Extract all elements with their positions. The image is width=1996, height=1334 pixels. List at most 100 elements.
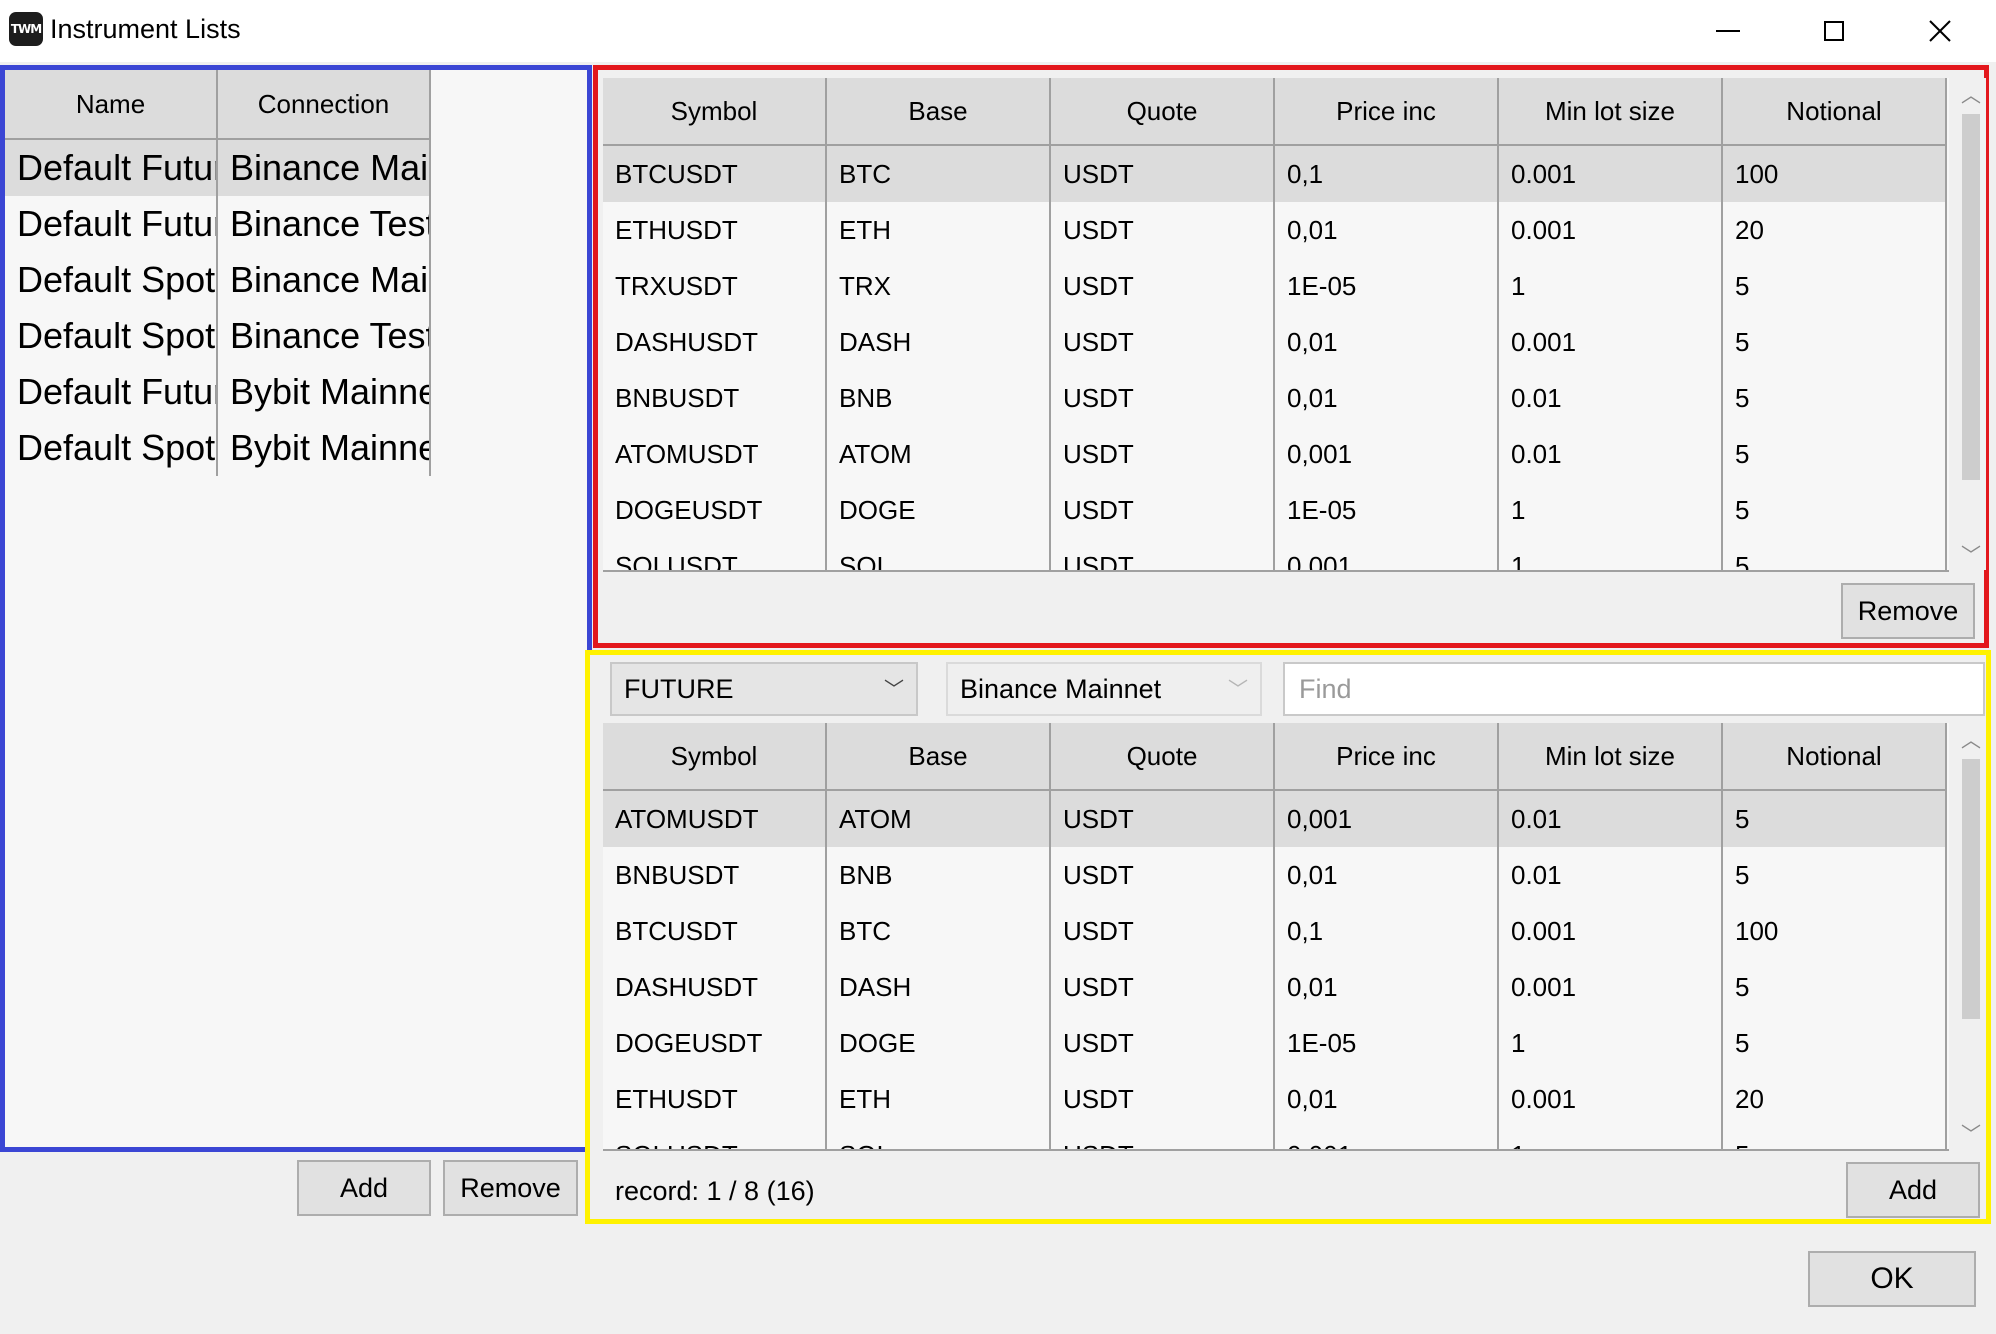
maximize-button[interactable]	[1781, 0, 1887, 62]
table-row[interactable]: SOLUSDTSOLUSDT0,00115	[603, 538, 1947, 570]
list-connection-cell: Bybit Mainnet	[218, 420, 431, 476]
scroll-down-icon[interactable]: ﹀	[1956, 538, 1986, 568]
scroll-up-icon[interactable]: ︿	[1956, 723, 1986, 753]
list-row[interactable]: Default FutureBinance Testnet	[5, 196, 431, 252]
base-cell: ETH	[827, 202, 1051, 258]
quote-cell: USDT	[1051, 258, 1275, 314]
column-header-quote[interactable]: Quote	[1051, 78, 1275, 146]
close-icon	[1929, 20, 1951, 42]
table-row[interactable]: ATOMUSDT ATOM USDT 0,001 0.01 5	[603, 426, 1947, 482]
scroll-up-icon[interactable]: ︿	[1956, 78, 1986, 108]
table-row[interactable]: ETHUSDT ETH USDT 0,01 0.001 20	[603, 202, 1947, 258]
base-cell: DOGE	[827, 1015, 1051, 1071]
base-cell: ATOM	[827, 426, 1051, 482]
notional-cell: 20	[1723, 202, 1947, 258]
quote-cell: USDT	[1051, 903, 1275, 959]
symbol-cell: BTCUSDT	[603, 903, 827, 959]
price-inc-cell: 0,001	[1275, 1127, 1499, 1149]
list-instruments-scrollbar[interactable]: ︿ ﹀	[1956, 78, 1986, 570]
available-instruments-rows: ATOMUSDT ATOM USDT 0,001 0.01 5 BNBUSDT BNB USDT…	[603, 791, 1947, 1149]
window-title: Instrument Lists	[50, 14, 241, 44]
minimize-button[interactable]	[1675, 0, 1781, 62]
scroll-down-icon[interactable]: ﹀	[1956, 1117, 1986, 1147]
column-header-name[interactable]: Name	[5, 70, 218, 140]
scrollbar-thumb[interactable]	[1962, 114, 1980, 480]
connection-value: Binance Mainnet	[960, 673, 1162, 704]
min-lot-size-cell: 1	[1499, 1127, 1723, 1149]
list-name-cell: Default Future	[5, 364, 218, 420]
base-cell: ETH	[827, 1071, 1051, 1127]
table-row[interactable]: DOGEUSDT DOGE USDT 1E-05 1 5	[603, 1015, 1947, 1071]
available-instruments-scrollbar[interactable]: ︿ ﹀	[1956, 723, 1986, 1149]
symbol-cell: ATOMUSDT	[603, 791, 827, 847]
list-row[interactable]: Default Spot Bybit Mainnet	[5, 420, 431, 476]
close-button[interactable]	[1887, 0, 1993, 62]
quote-cell: USDT	[1051, 314, 1275, 370]
base-cell: BTC	[827, 146, 1051, 202]
base-cell: ATOM	[827, 791, 1051, 847]
column-header-quote[interactable]: Quote	[1051, 723, 1275, 791]
table-row[interactable]: DASHUSDT DASH USDT 0,01 0.001 5	[603, 959, 1947, 1015]
min-lot-size-cell: 0.001	[1499, 1071, 1723, 1127]
list-connection-cell: Binance Mainnet	[218, 140, 431, 196]
base-cell: SOL	[827, 538, 1051, 570]
list-connection-cell: Binance Mainnet	[218, 252, 431, 308]
price-inc-cell: 0,01	[1275, 370, 1499, 426]
price-inc-cell: 0,1	[1275, 146, 1499, 202]
instrument-lists-table: Name Connection Default FutureBinance Ma…	[0, 65, 592, 1152]
table-row[interactable]: SOLUSDTSOLUSDT0,00115	[603, 1127, 1947, 1149]
table-row[interactable]: BNBUSDT BNB USDT 0,01 0.01 5	[603, 370, 1947, 426]
column-header-symbol[interactable]: Symbol	[603, 723, 827, 791]
list-instruments-table: Symbol Base Quote Price inc Min lot size Noti…	[603, 78, 1949, 572]
notional-cell: 5	[1723, 314, 1947, 370]
notional-cell: 5	[1723, 847, 1947, 903]
column-header-base[interactable]: Base	[827, 78, 1051, 146]
column-header-min-lot-size[interactable]: Min lot size	[1499, 723, 1723, 791]
base-cell: DOGE	[827, 482, 1051, 538]
symbol-cell: SOLUSDT	[603, 1127, 827, 1149]
symbol-cell: DASHUSDT	[603, 959, 827, 1015]
quote-cell: USDT	[1051, 1071, 1275, 1127]
list-row[interactable]: Default SpotBinance Mainnet	[5, 252, 431, 308]
scrollbar-thumb[interactable]	[1962, 759, 1980, 1019]
find-input[interactable]	[1283, 662, 1985, 716]
quote-cell: USDT	[1051, 847, 1275, 903]
table-row[interactable]: DASHUSDT DASH USDT 0,01 0.001 5	[603, 314, 1947, 370]
connection-dropdown[interactable]: Binance Mainnet ﹀	[946, 662, 1262, 716]
app-logo-icon: TWM	[9, 12, 43, 46]
chevron-down-icon: ﹀	[1228, 679, 1248, 702]
ok-button[interactable]: OK	[1808, 1251, 1976, 1307]
remove-list-button[interactable]: Remove	[443, 1160, 578, 1216]
column-header-connection[interactable]: Connection	[218, 70, 431, 140]
add-list-button[interactable]: Add	[297, 1160, 431, 1216]
min-lot-size-cell: 0.001	[1499, 146, 1723, 202]
table-row[interactable]: BTCUSDT BTC USDT 0,1 0.001 100	[603, 903, 1947, 959]
symbol-cell: BTCUSDT	[603, 146, 827, 202]
list-row[interactable]: Default FutureBybit Mainnet	[5, 364, 431, 420]
column-header-notional[interactable]: Notional	[1723, 723, 1947, 791]
column-header-base[interactable]: Base	[827, 723, 1051, 791]
base-cell: DASH	[827, 314, 1051, 370]
column-header-min-lot-size[interactable]: Min lot size	[1499, 78, 1723, 146]
list-name-cell: Default Spot	[5, 308, 218, 364]
list-row[interactable]: Default SpotBinance Testnet	[5, 308, 431, 364]
column-header-symbol[interactable]: Symbol	[603, 78, 827, 146]
instrument-type-dropdown[interactable]: FUTURE ﹀	[610, 662, 918, 716]
table-row[interactable]: DOGEUSDT DOGE USDT 1E-05 1 5	[603, 482, 1947, 538]
add-instrument-button[interactable]: Add	[1846, 1162, 1980, 1218]
table-row[interactable]: ETHUSDT ETH USDT 0,01 0.001 20	[603, 1071, 1947, 1127]
table-row[interactable]: ATOMUSDT ATOM USDT 0,001 0.01 5	[603, 791, 1947, 847]
table-row[interactable]: BTCUSDT BTC USDT 0,1 0.001 100	[603, 146, 1947, 202]
column-header-price-inc[interactable]: Price inc	[1275, 78, 1499, 146]
column-header-price-inc[interactable]: Price inc	[1275, 723, 1499, 791]
table-row[interactable]: TRXUSDT TRX USDT 1E-05 1 5	[603, 258, 1947, 314]
list-row[interactable]: Default FutureBinance Mainnet	[5, 140, 431, 196]
remove-instrument-button[interactable]: Remove	[1841, 583, 1975, 639]
column-header-notional[interactable]: Notional	[1723, 78, 1947, 146]
symbol-cell: SOLUSDT	[603, 538, 827, 570]
maximize-icon	[1824, 21, 1844, 41]
price-inc-cell: 0,01	[1275, 202, 1499, 258]
min-lot-size-cell: 0.01	[1499, 847, 1723, 903]
table-row[interactable]: BNBUSDT BNB USDT 0,01 0.01 5	[603, 847, 1947, 903]
base-cell: BTC	[827, 903, 1051, 959]
